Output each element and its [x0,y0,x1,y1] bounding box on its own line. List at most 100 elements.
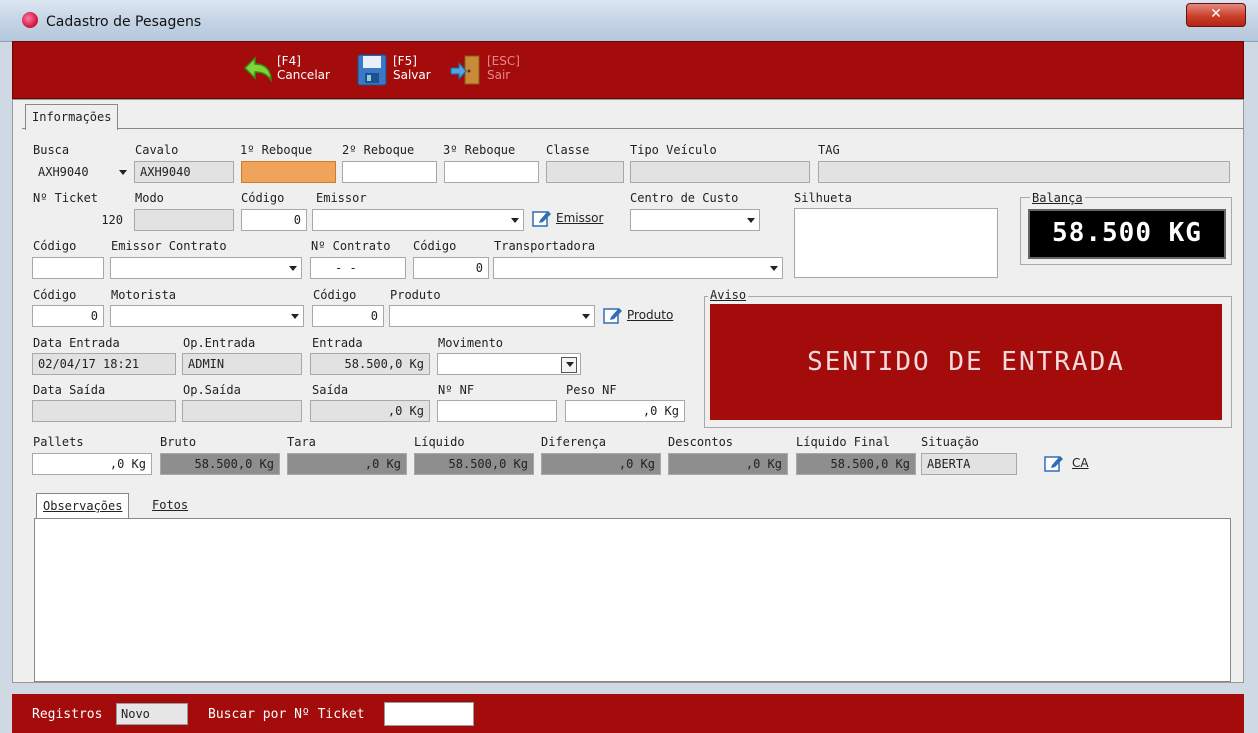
exit-label: Sair [487,68,511,82]
emissor-button-label: Emissor [556,211,604,225]
chevron-down-icon [747,218,755,223]
codigo-motorista-field[interactable]: 0 [32,305,104,327]
bruto-field[interactable]: 58.500,0 Kg [160,453,280,475]
edit-icon [1044,456,1063,472]
reboque3-field[interactable] [444,161,539,183]
label-centro-custo: Centro de Custo [630,191,739,205]
label-tara: Tara [287,435,316,449]
cavalo-field[interactable]: AXH9040 [134,161,234,183]
movimento-dropdown-button[interactable] [561,357,577,373]
save-label: Salvar [393,68,431,82]
op-saida-field[interactable] [182,400,302,422]
movimento-combo[interactable] [437,353,581,375]
chevron-down-icon [566,362,574,367]
floppy-disk-icon [357,54,387,86]
label-codigo-motorista: Código [33,288,77,302]
save-button[interactable]: [F5] Salvar [355,44,441,96]
ca-button-label: CA [1072,456,1089,470]
label-tag: TAG [818,143,840,157]
tab-fotos-label: Fotos [152,498,189,512]
motorista-combo[interactable] [110,305,304,327]
label-ticket: Nº Ticket [33,191,99,205]
entrada-field[interactable]: 58.500,0 Kg [310,353,430,375]
saida-field[interactable]: ,0 Kg [310,400,430,422]
codigo-produto-field[interactable]: 0 [312,305,384,327]
tab-fotos[interactable]: Fotos [152,498,188,512]
label-transportadora: Transportadora [494,239,596,253]
tab-observacoes-label: Observações [43,499,123,513]
registros-value[interactable]: Novo [116,703,188,725]
registros-label: Registros [32,707,103,722]
chevron-down-icon [511,218,519,223]
buscar-ticket-input[interactable] [384,702,474,726]
label-reboque1: 1º Reboque [240,143,313,157]
centro-custo-combo[interactable] [630,209,760,231]
codigo-emissor-contrato-field[interactable] [32,257,104,279]
label-descontos: Descontos [668,435,734,449]
undo-arrow-icon [243,56,272,83]
emissor-button[interactable]: Emissor [532,207,612,231]
chevron-down-icon [119,170,127,175]
descontos-field[interactable]: ,0 Kg [668,453,788,475]
ca-button[interactable]: CA [1044,452,1094,476]
exit-button[interactable]: [ESC] Sair [449,44,529,96]
data-entrada-field[interactable]: 02/04/17 18:21 [32,353,176,375]
cancel-button[interactable]: [F4] Cancelar [239,44,335,96]
tab-informacoes[interactable]: Informações [25,104,119,130]
liquido-field[interactable]: 58.500,0 Kg [414,453,534,475]
statusbar: Registros Novo Buscar por Nº Ticket [12,694,1244,733]
reboque1-field[interactable] [241,161,336,183]
label-pallets: Pallets [33,435,84,449]
label-situacao: Situação [921,435,979,449]
diferenca-field[interactable]: ,0 Kg [541,453,661,475]
label-num-nf: Nº NF [438,383,475,397]
exit-key: [ESC] [487,54,520,68]
tag-field[interactable] [818,161,1230,183]
num-contrato-field[interactable]: - - [310,257,406,279]
emissor-contrato-combo[interactable] [110,257,302,279]
close-button[interactable]: ✕ [1186,3,1246,27]
observacoes-textarea[interactable] [34,518,1231,682]
ticket-field[interactable]: 120 [32,209,130,231]
label-movimento: Movimento [438,336,504,350]
emissor-combo[interactable] [312,209,524,231]
codigo-transportadora-field[interactable]: 0 [413,257,489,279]
transportadora-combo[interactable] [493,257,783,279]
label-op-saida: Op.Saída [183,383,241,397]
cancel-key: [F4] [277,54,301,68]
app-icon [22,12,38,28]
modo-field[interactable] [134,209,234,231]
data-saida-field[interactable] [32,400,176,422]
peso-nf-field[interactable]: ,0 Kg [565,400,685,422]
num-nf-field[interactable] [437,400,557,422]
tara-field[interactable]: ,0 Kg [287,453,407,475]
op-entrada-field[interactable]: ADMIN [182,353,302,375]
liquido-final-field[interactable]: 58.500,0 Kg [796,453,916,475]
save-key: [F5] [393,54,417,68]
codigo-emissor-field[interactable]: 0 [241,209,307,231]
label-aviso: Aviso [708,288,749,302]
reboque2-field[interactable] [342,161,437,183]
label-busca: Busca [33,143,70,157]
label-tipo-veiculo: Tipo Veículo [630,143,717,157]
label-modo: Modo [135,191,164,205]
tab-observacoes[interactable]: Observações [36,493,130,519]
edit-icon [532,211,551,227]
label-data-entrada: Data Entrada [33,336,120,350]
situacao-field[interactable]: ABERTA [921,453,1017,475]
tipo-veiculo-field[interactable] [630,161,810,183]
silhueta-box [794,208,998,278]
produto-button[interactable]: Produto [603,304,687,328]
label-balanca: Balança [1030,191,1085,205]
label-diferenca: Diferença [541,435,607,449]
busca-combo[interactable]: AXH9040 [32,161,132,183]
pallets-field[interactable]: ,0 Kg [32,453,152,475]
label-produto: Produto [390,288,441,302]
chevron-down-icon [291,314,299,319]
label-entrada: Entrada [312,336,363,350]
produto-combo[interactable] [389,305,595,327]
label-motorista: Motorista [111,288,177,302]
classe-field[interactable] [546,161,624,183]
label-reboque2: 2º Reboque [342,143,415,157]
window-title: Cadastro de Pesagens [46,14,202,30]
